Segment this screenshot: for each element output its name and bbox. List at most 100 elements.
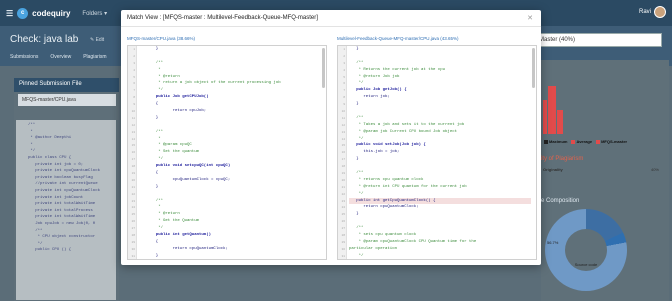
code-line: { bbox=[139, 171, 159, 176]
composition-title: e Composition bbox=[541, 198, 580, 204]
line-number: 26 bbox=[131, 219, 135, 224]
code-line: */ bbox=[139, 88, 164, 93]
line-number: 9 bbox=[343, 102, 345, 107]
code-line: * bbox=[28, 129, 33, 134]
modal-title: Match View : [MFQS-master : Multilevel-F… bbox=[127, 15, 318, 21]
scrollbar[interactable] bbox=[322, 48, 325, 88]
code-line: * @author Deepthi bbox=[28, 136, 72, 141]
line-number: 7 bbox=[343, 88, 345, 93]
code-line: */ bbox=[349, 81, 364, 86]
line-number: 14 bbox=[131, 136, 135, 141]
line-number: 29 bbox=[131, 239, 135, 244]
left-code-pane[interactable]: 1 2 3 4 5 6 7 8 9 10 11 12 13 14 15 16 17 18 19 20 21 22 23 24 2… bbox=[127, 45, 327, 260]
line-number: 11 bbox=[341, 115, 345, 120]
line-number: 15 bbox=[131, 143, 135, 148]
legend-item: MFQS-master bbox=[596, 139, 627, 144]
close-icon[interactable]: ✕ bbox=[527, 14, 533, 22]
scrollbar[interactable] bbox=[532, 48, 535, 88]
line-number: 16 bbox=[131, 150, 135, 155]
line-number: 28 bbox=[131, 233, 135, 238]
code-line: this.job = job; bbox=[349, 150, 400, 155]
code-line: /** bbox=[349, 60, 364, 65]
user-menu[interactable]: Ravi bbox=[639, 6, 666, 18]
pinned-code-view: /** * * @author Deepthi * */public class… bbox=[16, 120, 116, 300]
line-number: 14 bbox=[341, 136, 345, 141]
line-number: 2 bbox=[343, 53, 345, 58]
user-name: Ravi bbox=[638, 9, 651, 15]
menu-icon[interactable]: ☰ bbox=[6, 9, 13, 18]
code-line: * Get the Quantum bbox=[139, 219, 200, 224]
code-line: * bbox=[139, 67, 161, 72]
code-line: * bbox=[139, 136, 161, 141]
plagiarism-row-label: Originality bbox=[543, 167, 563, 172]
chart-legend: Maximum Average MFQS-master bbox=[544, 139, 627, 144]
line-number: 16 bbox=[341, 150, 345, 155]
pinned-panel-header: Pinned Submission File bbox=[14, 78, 119, 92]
plagiarism-row-value: 40% bbox=[650, 167, 659, 172]
line-number: 13 bbox=[341, 129, 345, 134]
line-number: 10 bbox=[341, 109, 345, 114]
code-line: * @return int CPU quantum for the curren… bbox=[349, 184, 467, 189]
plagiarism-row: Originality 40% bbox=[543, 167, 663, 172]
code-line: public CPU () { bbox=[28, 248, 72, 253]
pinned-file-select[interactable]: MFQS-master/CPU.java bbox=[18, 94, 116, 106]
line-number: 4 bbox=[343, 67, 345, 72]
line-number: 6 bbox=[343, 81, 345, 86]
app-logo[interactable]: ☰ c codequiry bbox=[6, 7, 70, 19]
code-line: public void setcpuQC(int cpuQC) bbox=[139, 164, 231, 169]
donut-label: Source code bbox=[574, 262, 598, 267]
line-number: 4 bbox=[133, 67, 135, 72]
code-line: */ bbox=[28, 149, 36, 154]
code-line: private boolean busyFlag bbox=[28, 175, 93, 180]
folders-menu[interactable]: Folders ▾ bbox=[82, 10, 107, 17]
line-number: 17 bbox=[341, 157, 345, 162]
code-line: private int jobCount bbox=[28, 195, 84, 200]
right-code-pane[interactable]: 1 2 3 4 5 6 7 8 9 10 11 12 13 14 15 16 17 18 19 20 21 22 23 24 2… bbox=[337, 45, 537, 260]
code-line: * bbox=[139, 205, 161, 210]
chart-bar bbox=[548, 86, 556, 134]
tab-overview[interactable]: Overview bbox=[50, 54, 71, 60]
code-line: public Job getJob() { bbox=[349, 88, 407, 93]
line-number: 20 bbox=[131, 177, 135, 182]
line-number: 5 bbox=[133, 74, 135, 79]
code-line: cpuQuantumClock = cpuQC; bbox=[139, 177, 231, 182]
code-line: private int totalWaitTime bbox=[28, 202, 96, 207]
tab-submissions[interactable]: Submissions bbox=[10, 54, 38, 60]
code-line: } bbox=[349, 102, 359, 107]
code-line: * @param job Current CPU bound Job objec… bbox=[349, 129, 458, 134]
code-line: Job cpuJob = new Job(0, 0 bbox=[28, 221, 96, 226]
code-line: private int cpuQuantumClock bbox=[28, 169, 101, 174]
line-number: 18 bbox=[341, 164, 345, 169]
code-line: /** bbox=[349, 171, 364, 176]
right-file-title: Multilevel-Feedback-Queue-MFQ-master/CPU… bbox=[337, 36, 459, 41]
line-number: 3 bbox=[343, 60, 345, 65]
line-number: 12 bbox=[131, 122, 135, 127]
submission-dropdown[interactable]: Master (40%) bbox=[534, 33, 662, 47]
match-view-modal: Match View : [MFQS-master : Multilevel-F… bbox=[121, 10, 541, 265]
code-line: } bbox=[139, 47, 159, 51]
code-line: * Returns the current job at the cpu bbox=[349, 67, 446, 72]
code-line: private int totalProcess bbox=[28, 208, 93, 213]
line-number: 1 bbox=[343, 47, 345, 51]
line-number: 21 bbox=[341, 184, 345, 189]
code-line: * CPU object constructor bbox=[28, 235, 96, 240]
edit-link[interactable]: ✎ Edit bbox=[90, 37, 104, 43]
code-line: * Set the quantum bbox=[139, 150, 200, 155]
code-line: private int cpuQuantumClock bbox=[28, 188, 101, 193]
modal-header: Match View : [MFQS-master : Multilevel-F… bbox=[121, 10, 541, 27]
code-line: return cpuQuantumClock; bbox=[349, 205, 419, 210]
line-number: 31 bbox=[341, 253, 345, 258]
line-number: 22 bbox=[341, 191, 345, 196]
line-number: 23 bbox=[341, 198, 345, 203]
logo-icon: c bbox=[17, 7, 29, 19]
code-line: particular operation bbox=[349, 246, 398, 251]
line-number: 30 bbox=[131, 246, 135, 251]
line-number: 26 bbox=[341, 219, 345, 224]
code-line: private int job = 0; bbox=[28, 162, 84, 167]
line-number: 23 bbox=[131, 198, 135, 203]
line-gutter: 1 2 3 4 5 6 7 8 9 10 11 12 13 14 15 16 17 18 19 20 21 22 23 24 2… bbox=[338, 46, 347, 259]
code-line: * @param cpuQuantumClock CPU Quantum tim… bbox=[349, 239, 477, 244]
line-number: 27 bbox=[341, 226, 345, 231]
tab-plagiarism[interactable]: Plagiarism bbox=[83, 54, 106, 60]
